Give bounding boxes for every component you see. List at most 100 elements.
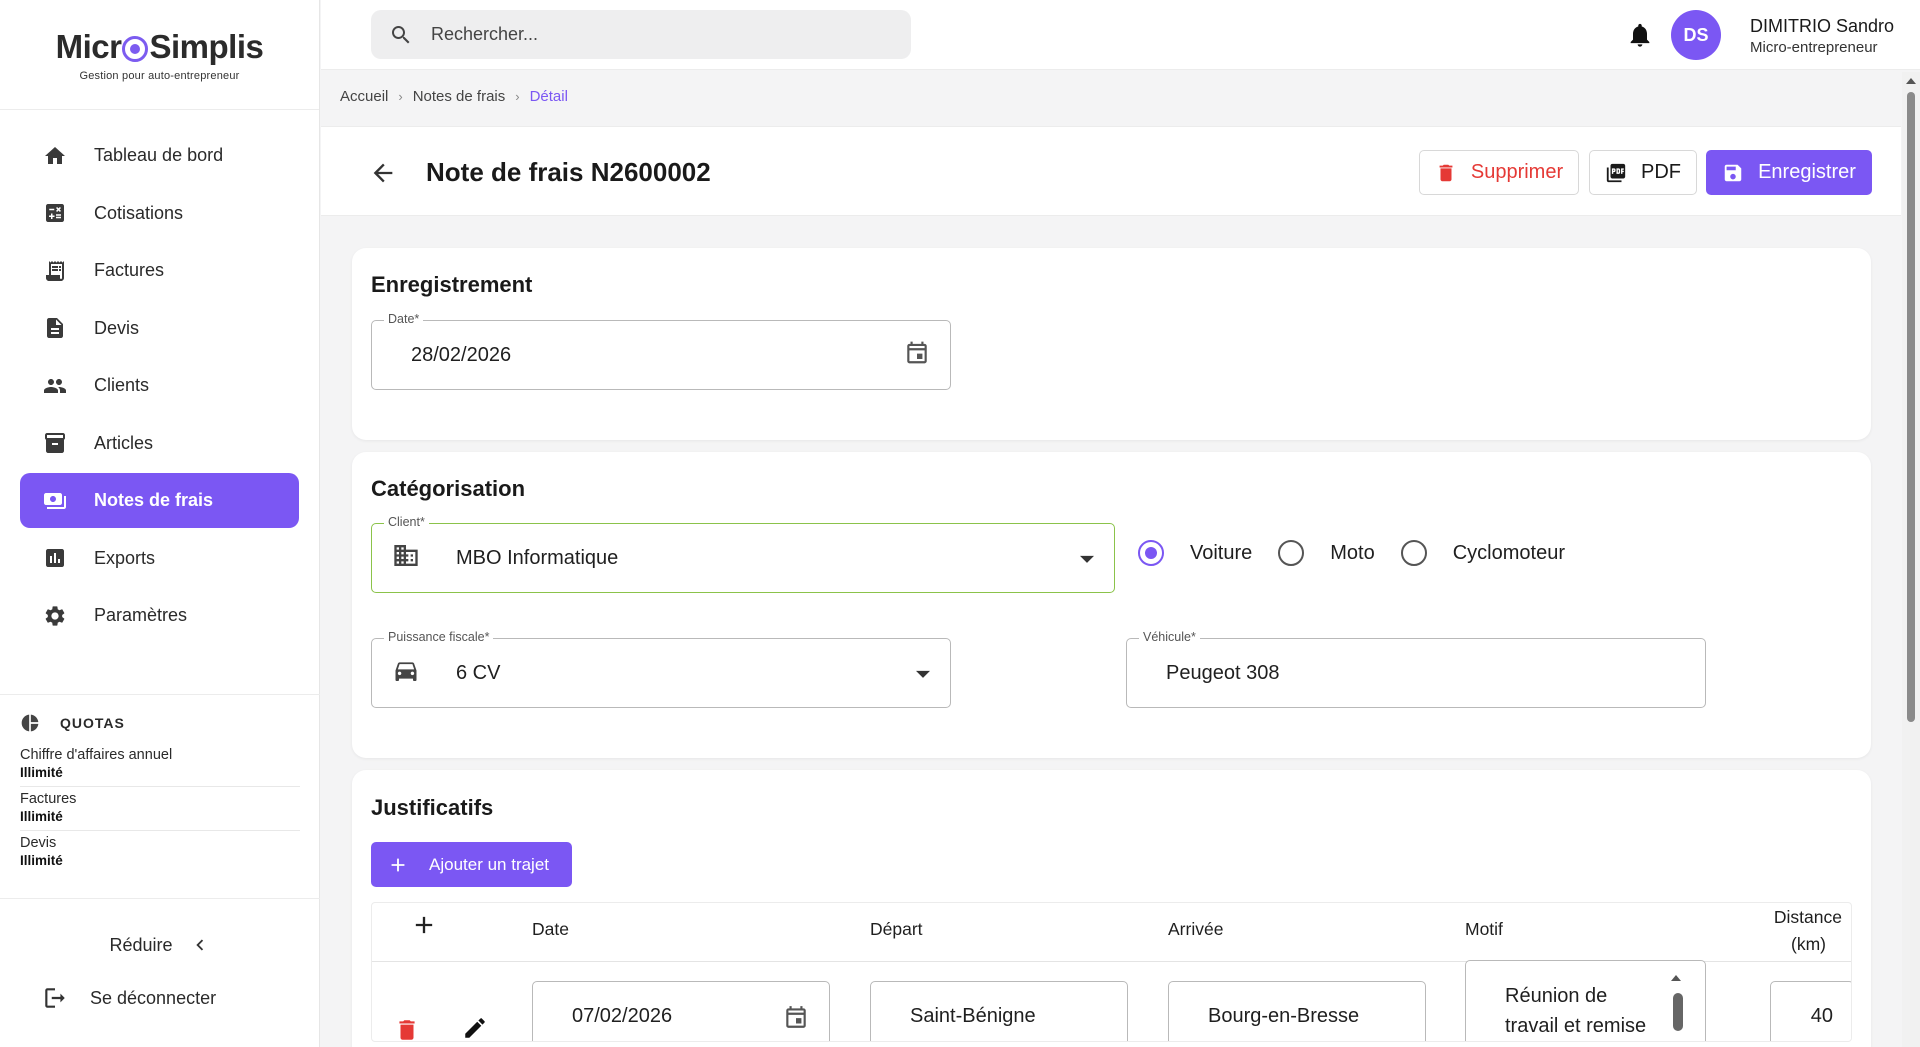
logo-target-icon (122, 35, 149, 62)
page-header: Note de frais N2600002 Supprimer PDF Enr… (321, 126, 1901, 216)
delete-button[interactable]: Supprimer (1419, 150, 1579, 195)
sidebar-item-cotisations[interactable]: Cotisations (20, 186, 299, 241)
quota-item: Chiffre d'affaires annuel Illimité (20, 743, 300, 787)
sidebar-item-factures[interactable]: Factures (20, 243, 299, 298)
vehicule-value: Peugeot 308 (1166, 661, 1280, 684)
row-date-field[interactable]: 07/02/2026 (532, 981, 830, 1041)
column-header-arrivee[interactable]: Arrivée (1168, 919, 1223, 940)
calendar-icon[interactable] (904, 340, 930, 371)
sidebar-item-label: Devis (94, 317, 140, 338)
building-icon (392, 542, 420, 575)
radio-button[interactable] (1278, 540, 1305, 566)
sidebar-item-tableau-de-bord[interactable]: Tableau de bord (20, 128, 299, 183)
home-icon (42, 143, 68, 169)
logout-button[interactable]: Se déconnecter (42, 985, 216, 1011)
scrollbar-thumb[interactable] (1907, 92, 1915, 722)
chart-icon (42, 545, 68, 571)
column-header-date[interactable]: Date (532, 919, 569, 940)
arrow-back-icon (373, 163, 393, 183)
sidebar-item-label: Notes de frais (94, 490, 214, 510)
breadcrumb-accueil[interactable]: Accueil (340, 88, 388, 105)
radio-voiture[interactable]: Voiture (1138, 540, 1252, 566)
gear-icon (42, 603, 68, 629)
section-title: Catégorisation (371, 476, 526, 501)
sidebar-item-label: Paramètres (94, 605, 188, 625)
user-name: DIMITRIO Sandro (1750, 16, 1895, 36)
user-info[interactable]: DIMITRIO Sandro Micro-entrepreneur (1750, 16, 1894, 56)
delete-row-trash-icon[interactable] (394, 1017, 420, 1042)
client-value: MBO Informatique (456, 546, 619, 569)
avatar[interactable]: DS (1671, 10, 1721, 60)
vehicule-field[interactable]: Véhicule* Peugeot 308 (1126, 630, 1706, 708)
sidebar-item-exports[interactable]: Exports (20, 531, 299, 586)
floppy-disk-icon (1724, 164, 1742, 181)
field-label: Véhicule* (1139, 630, 1200, 644)
row-motif-textarea[interactable]: Réunion de travail et remise (1465, 960, 1706, 1041)
breadcrumb-separator: › (515, 89, 520, 104)
sidebar-nav: Tableau de bord Cotisations Factures Dev… (0, 110, 319, 643)
sidebar-item-label: Factures (94, 260, 165, 280)
puissance-value: 6 CV (456, 661, 501, 684)
save-button[interactable]: Enregistrer (1706, 150, 1872, 195)
notifications-button[interactable] (1626, 21, 1654, 49)
sidebar-item-label: Tableau de bord (94, 145, 224, 165)
sidebar: Micr Simplis Gestion pour auto-entreprene… (0, 0, 320, 1047)
scroll-up-arrow[interactable] (1906, 78, 1916, 84)
sidebar-item-label: Exports (94, 547, 156, 568)
column-header-distance[interactable]: Distance (km) (1762, 907, 1842, 955)
radio-button[interactable] (1400, 540, 1427, 566)
row-distance-field[interactable]: 40 (1770, 981, 1851, 1041)
back-button[interactable] (369, 159, 397, 187)
sidebar-item-label: Cotisations (94, 202, 184, 223)
topbar: DS DIMITRIO Sandro Micro-entrepreneur (321, 0, 1920, 70)
sidebar-item-devis[interactable]: Devis (20, 301, 299, 356)
date-field[interactable]: Date* 28/02/2026 (371, 312, 951, 390)
sidebar-item-notes-de-frais[interactable]: Notes de frais (20, 473, 299, 528)
justificatifs-card: Justificatifs Ajouter un trajet Date Dép… (352, 770, 1871, 1047)
puissance-fiscale-select[interactable]: Puissance fiscale* 6 CV (371, 630, 951, 708)
sidebar-item-parametres[interactable]: Paramètres (20, 588, 299, 643)
textarea-scroll-up-arrow[interactable] (1671, 975, 1681, 981)
breadcrumb-notes-de-frais[interactable]: Notes de frais (413, 88, 506, 105)
column-header-motif[interactable]: Motif (1465, 919, 1503, 940)
search-input[interactable] (431, 24, 871, 45)
row-arrivee-field[interactable]: Bourg-en-Bresse (1168, 981, 1426, 1041)
trash-icon (1439, 164, 1453, 181)
pdf-button[interactable]: PDF (1589, 150, 1697, 195)
radio-button[interactable] (1138, 540, 1164, 566)
textarea-scrollbar[interactable] (1673, 993, 1683, 1031)
add-row-plus-icon[interactable] (410, 911, 438, 939)
user-role: Micro-entrepreneur (1750, 39, 1878, 56)
date-value: 28/02/2026 (411, 343, 512, 366)
logout-icon (45, 988, 65, 1008)
quotas-panel: QUOTAS Chiffre d'affaires annuel Illimit… (0, 694, 320, 874)
search-bar[interactable] (371, 10, 911, 59)
sidebar-item-articles[interactable]: Articles (20, 416, 299, 471)
page-scrollbar[interactable] (1902, 72, 1920, 1047)
sidebar-item-clients[interactable]: Clients (20, 358, 299, 413)
people-icon (42, 373, 68, 399)
row-depart-field[interactable]: Saint-Bénigne (870, 981, 1128, 1041)
chevron-down-icon (916, 670, 930, 678)
collapse-sidebar-button[interactable]: Réduire (0, 898, 320, 991)
car-icon (392, 657, 420, 690)
chevron-down-icon (1080, 555, 1094, 563)
client-select[interactable]: Client* MBO Informatique (371, 515, 1115, 593)
radio-moto[interactable]: Moto (1278, 540, 1375, 566)
calendar-icon[interactable] (783, 1004, 809, 1030)
calculator-icon (42, 200, 68, 226)
column-header-depart[interactable]: Départ (870, 919, 923, 940)
add-trip-button[interactable]: Ajouter un trajet (371, 842, 572, 887)
field-label: Date* (384, 312, 424, 326)
app-logo[interactable]: Micr Simplis Gestion pour auto-entreprene… (0, 0, 319, 110)
quota-item: Devis Illimité (20, 835, 63, 868)
sidebar-item-label: Articles (94, 432, 154, 453)
breadcrumb: Accueil › Notes de frais › Détail (340, 88, 568, 105)
radio-cyclomoteur[interactable]: Cyclomoteur (1400, 540, 1565, 566)
edit-row-pencil-icon[interactable] (462, 1015, 488, 1041)
quotas-header: QUOTAS (20, 713, 300, 733)
field-label: Client* (384, 515, 429, 529)
chevron-left-icon (195, 939, 203, 951)
document-icon (42, 315, 68, 341)
pdf-icon (1606, 163, 1626, 182)
